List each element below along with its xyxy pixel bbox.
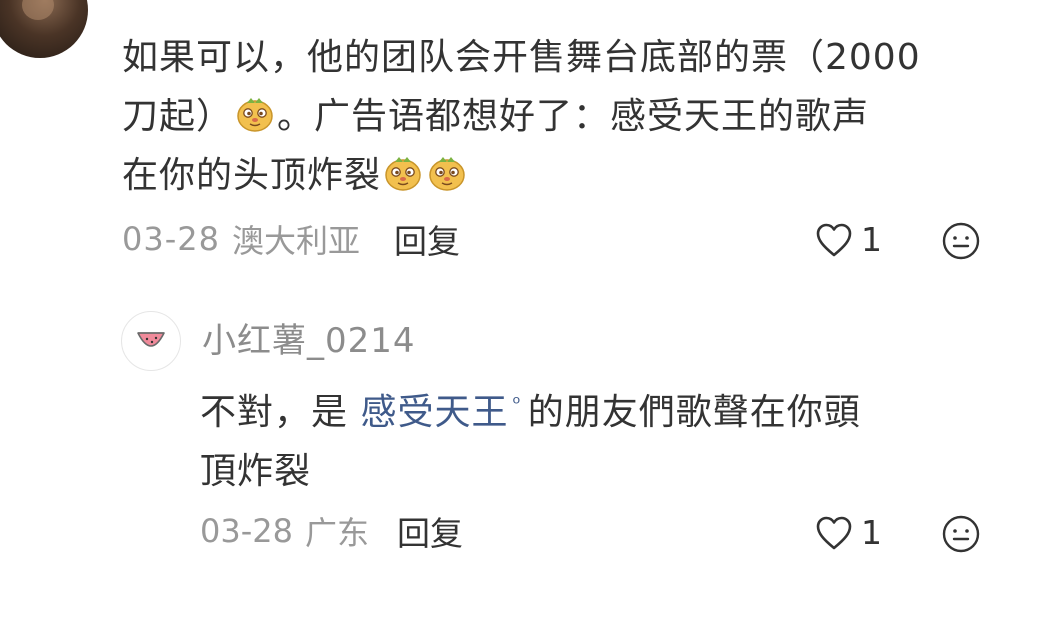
comment-line-2-tail: 。广告语都想好了：感受天王的歌声 — [277, 96, 870, 137]
comment-line-3: 在你的头顶炸裂 — [122, 146, 1017, 205]
heart-icon — [816, 516, 852, 549]
doge-emoji-icon — [383, 153, 423, 193]
reply-like-count: 1 — [861, 513, 882, 552]
like-count: 1 — [861, 220, 882, 259]
reply-line-1: 不對，是 感受天王 ᵒ 的朋友們歌聲在你頭 — [200, 374, 990, 442]
main-comment-text: 如果可以，他的团队会开售舞台底部的票（2000 刀起） 。广告语都想好了：感受天王… — [122, 28, 1017, 205]
emoji-reaction-button[interactable] — [941, 221, 981, 261]
reply-emoji-reaction-button[interactable] — [941, 514, 981, 554]
reply-comment-text: 不對，是 感受天王 ᵒ 的朋友們歌聲在你頭 頂炸裂 — [200, 374, 990, 501]
comment-date: 03-28 — [122, 220, 220, 258]
search-topic-text: 感受天王 — [360, 392, 509, 433]
reply-comment-meta: 03-28 广东 回复 — [200, 507, 463, 555]
heart-icon — [816, 223, 852, 256]
neutral-face-icon — [942, 515, 980, 553]
doge-emoji-icon — [427, 153, 467, 193]
reply-text-suffix: 的朋友們歌聲在你頭 — [527, 392, 861, 433]
like-button[interactable]: 1 — [815, 220, 882, 259]
reply-text-prefix: 不對，是 — [200, 392, 361, 433]
search-icon: ᵒ — [512, 391, 522, 415]
avatar-face — [22, 0, 54, 20]
reply-date: 03-28 — [200, 512, 293, 550]
comment-location: 澳大利亚 — [231, 222, 360, 260]
neutral-face-icon — [942, 222, 980, 260]
reply-username[interactable]: 小红薯_0214 — [202, 313, 416, 362]
search-topic-link[interactable]: 感受天王 ᵒ — [360, 391, 527, 433]
watermelon-icon — [137, 332, 165, 347]
comment-line-2: 刀起） 。广告语都想好了：感受天王的歌声 — [122, 87, 1017, 146]
comment-line-3-text: 在你的头顶炸裂 — [122, 155, 382, 196]
reply-avatar[interactable] — [121, 311, 181, 371]
reply-location: 广东 — [304, 514, 369, 552]
reply-line-2: 頂炸裂 — [200, 451, 312, 492]
commenter-avatar[interactable] — [0, 0, 88, 58]
reply-like-button[interactable]: 1 — [815, 513, 882, 552]
reply-button[interactable]: 回复 — [394, 215, 460, 263]
comment-line-2-text: 刀起） — [122, 96, 234, 137]
main-comment-meta: 03-28 澳大利亚 回复 — [122, 215, 460, 263]
reply-reply-button[interactable]: 回复 — [397, 507, 463, 555]
doge-emoji-icon — [235, 94, 275, 134]
comment-line-1: 如果可以，他的团队会开售舞台底部的票（2000 — [122, 37, 921, 78]
